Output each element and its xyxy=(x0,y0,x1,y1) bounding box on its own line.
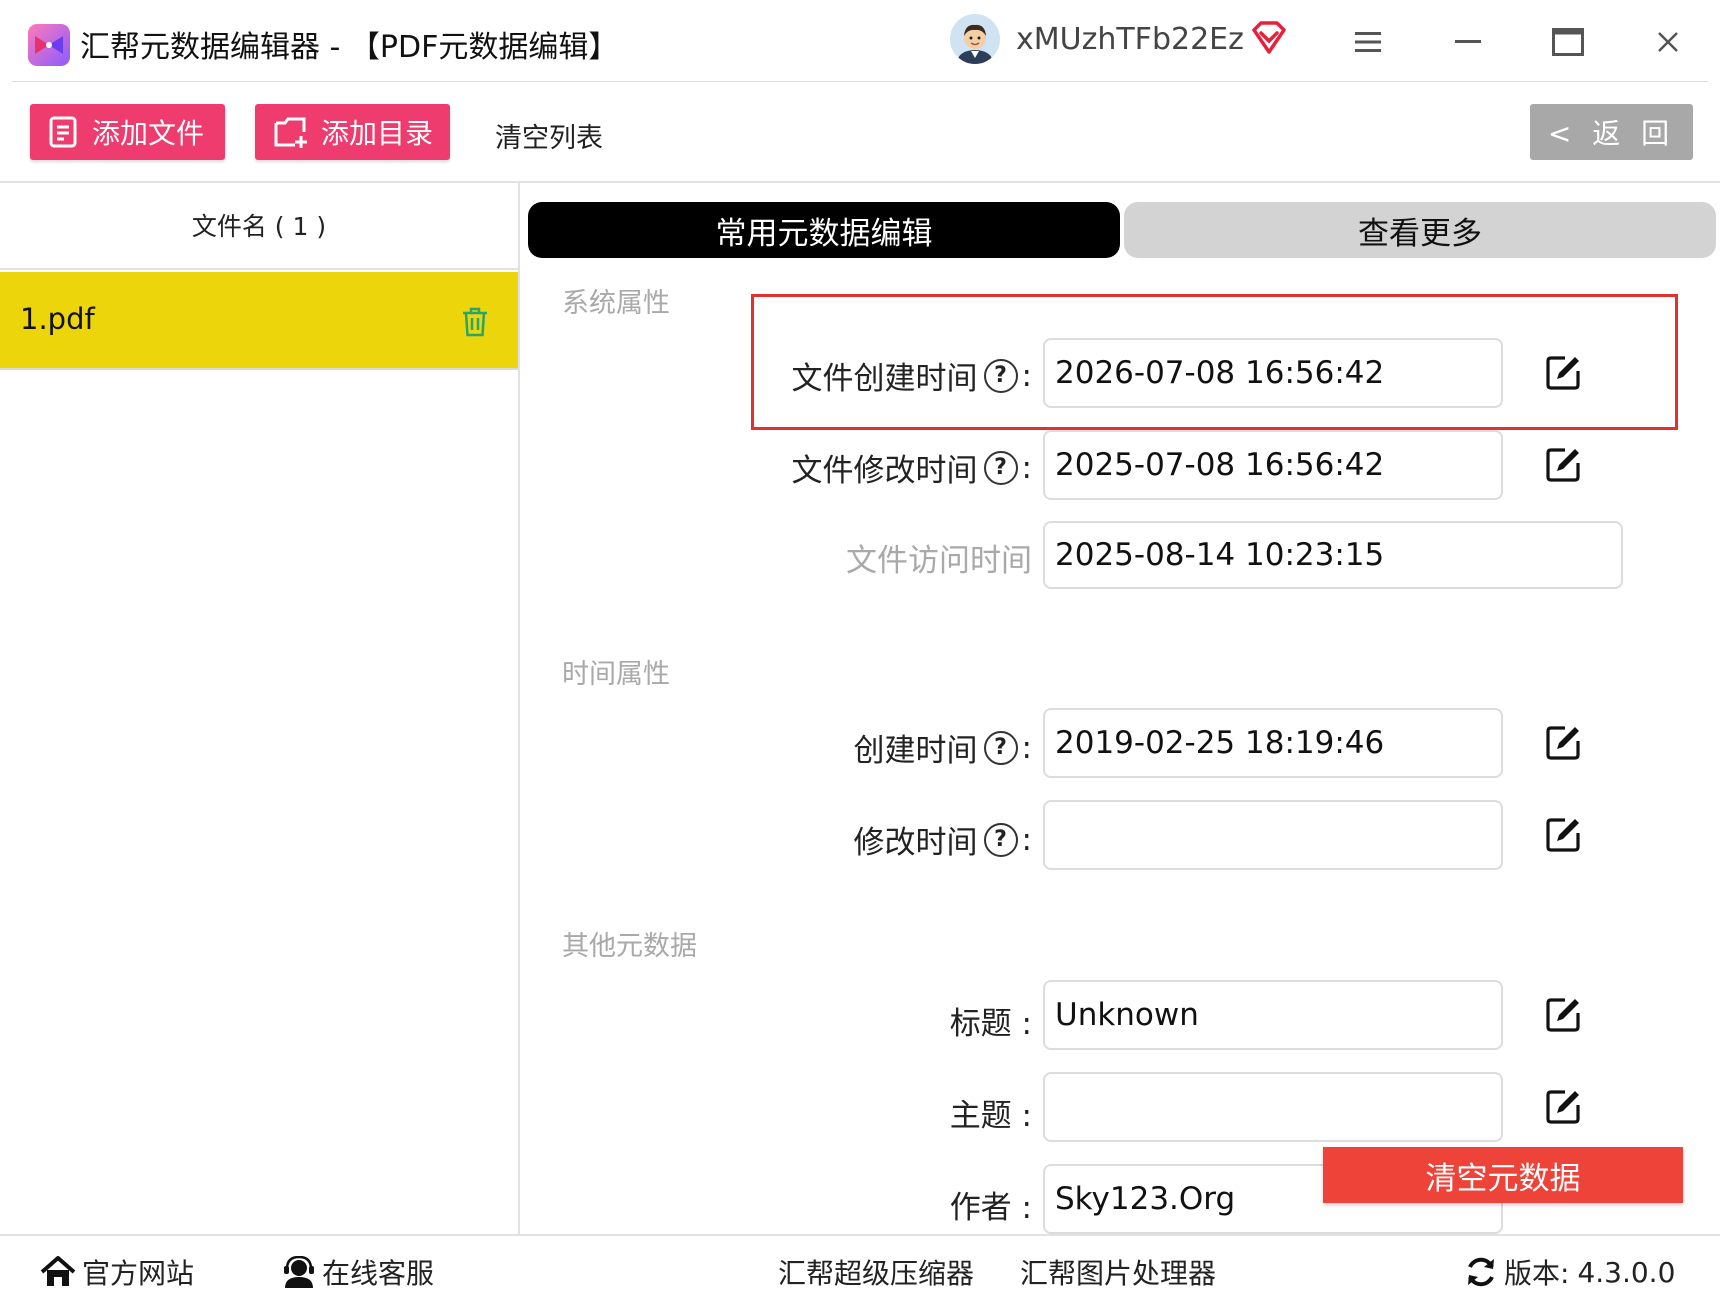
file-accessed-label-text: 文件访问时间 xyxy=(846,543,1032,579)
tab-view-more[interactable]: 查看更多 xyxy=(1124,202,1716,258)
help-icon[interactable]: ? xyxy=(983,822,1018,857)
version-info[interactable]: 版本: 4.3.0.0 xyxy=(1464,1252,1675,1292)
title-field-label-text: 标题 : xyxy=(949,1006,1032,1042)
section-other-label: 其他元数据 xyxy=(562,931,697,962)
title-bar: 汇帮元数据编辑器 - 【PDF元数据编辑】 xMUzhTFb22Ez xyxy=(0,0,1720,82)
toolbar: 添加文件 添加目录 清空列表 < 返 回 xyxy=(0,82,1720,183)
file-list-panel: 文件名 ( 1 ) 1.pdf xyxy=(0,182,520,1234)
refresh-icon xyxy=(1468,1257,1494,1287)
subject-field-label: 主题 : xyxy=(950,1090,1032,1135)
edit-icon[interactable] xyxy=(1544,354,1582,392)
maximize-icon[interactable] xyxy=(1543,18,1593,66)
add-folder-label: 添加目录 xyxy=(321,117,434,150)
online-support-label: 在线客服 xyxy=(322,1257,435,1290)
file-accessed-label: 文件访问时间 xyxy=(846,535,1032,580)
created-input[interactable]: 2019-02-25 18:19:46 xyxy=(1043,708,1503,778)
edit-icon[interactable] xyxy=(1544,816,1582,854)
add-folder-icon xyxy=(274,117,307,148)
close-icon[interactable] xyxy=(1643,18,1693,66)
created-label: 创建时间 ?: xyxy=(854,725,1032,770)
file-list-header: 文件名 ( 1 ) xyxy=(0,182,518,270)
footer: 官方网站 在线客服 汇帮超级压缩器 汇帮图片处理器 版本: 4.3.0.0 xyxy=(0,1234,1720,1300)
window-title: 汇帮元数据编辑器 - 【PDF元数据编辑】 xyxy=(80,30,619,65)
subject-field-label-text: 主题 : xyxy=(949,1098,1032,1134)
file-name: 1.pdf xyxy=(20,302,95,336)
modified-input[interactable] xyxy=(1043,800,1503,870)
section-system-label: 系统属性 xyxy=(562,288,670,319)
subject-input[interactable] xyxy=(1043,1072,1503,1142)
online-support-link[interactable]: 在线客服 xyxy=(282,1252,434,1292)
version-label: 版本: xyxy=(1504,1257,1570,1290)
modified-label-text: 修改时间 xyxy=(853,825,978,861)
add-file-label: 添加文件 xyxy=(92,117,205,150)
user-avatar[interactable] xyxy=(950,14,1000,64)
file-created-label: 文件创建时间 ?: xyxy=(792,353,1032,398)
tab-common-metadata[interactable]: 常用元数据编辑 xyxy=(528,202,1120,258)
username[interactable]: xMUzhTFb22Ez xyxy=(1016,22,1244,57)
file-created-input[interactable]: 2026-07-08 16:56:42 xyxy=(1043,338,1503,408)
add-folder-button[interactable]: 添加目录 xyxy=(255,104,450,160)
modified-label: 修改时间 ?: xyxy=(854,817,1032,862)
vip-diamond-icon[interactable] xyxy=(1250,20,1288,56)
file-modified-input[interactable]: 2025-07-08 16:56:42 xyxy=(1043,430,1503,500)
section-time-label: 时间属性 xyxy=(562,659,670,690)
file-modified-label-text: 文件修改时间 xyxy=(791,453,978,489)
trash-icon[interactable] xyxy=(460,306,490,338)
back-button[interactable]: < 返 回 xyxy=(1530,104,1693,160)
author-field-label: 作者 : xyxy=(950,1182,1032,1227)
image-tool-link[interactable]: 汇帮图片处理器 xyxy=(1020,1252,1216,1292)
author-field-label-text: 作者 : xyxy=(949,1190,1032,1226)
help-icon[interactable]: ? xyxy=(983,730,1018,765)
app-logo-icon xyxy=(28,24,70,66)
file-accessed-input[interactable]: 2025-08-14 10:23:15 xyxy=(1043,521,1623,589)
compressor-link[interactable]: 汇帮超级压缩器 xyxy=(778,1252,974,1292)
created-label-text: 创建时间 xyxy=(853,733,978,769)
title-field-label: 标题 : xyxy=(950,998,1032,1043)
help-icon[interactable]: ? xyxy=(983,450,1018,485)
home-icon xyxy=(40,1256,76,1286)
add-file-button[interactable]: 添加文件 xyxy=(30,104,225,160)
menu-icon[interactable] xyxy=(1343,18,1393,66)
file-modified-label: 文件修改时间 ?: xyxy=(792,445,1032,490)
version-number: 4.3.0.0 xyxy=(1577,1255,1676,1289)
edit-icon[interactable] xyxy=(1544,724,1582,762)
official-website-link[interactable]: 官方网站 xyxy=(40,1252,194,1292)
file-created-label-text: 文件创建时间 xyxy=(791,361,978,397)
file-list-item[interactable]: 1.pdf xyxy=(0,272,518,370)
clear-list-button[interactable]: 清空列表 xyxy=(495,116,603,155)
edit-icon[interactable] xyxy=(1544,996,1582,1034)
help-icon[interactable]: ? xyxy=(983,358,1018,393)
add-file-icon xyxy=(49,116,77,148)
clear-metadata-button[interactable]: 清空元数据 xyxy=(1323,1147,1683,1203)
edit-icon[interactable] xyxy=(1544,446,1582,484)
edit-icon[interactable] xyxy=(1544,1088,1582,1126)
minimize-icon[interactable] xyxy=(1443,18,1493,66)
headset-icon xyxy=(284,1256,314,1288)
title-input[interactable]: Unknown xyxy=(1043,980,1503,1050)
official-website-label: 官方网站 xyxy=(82,1257,195,1290)
